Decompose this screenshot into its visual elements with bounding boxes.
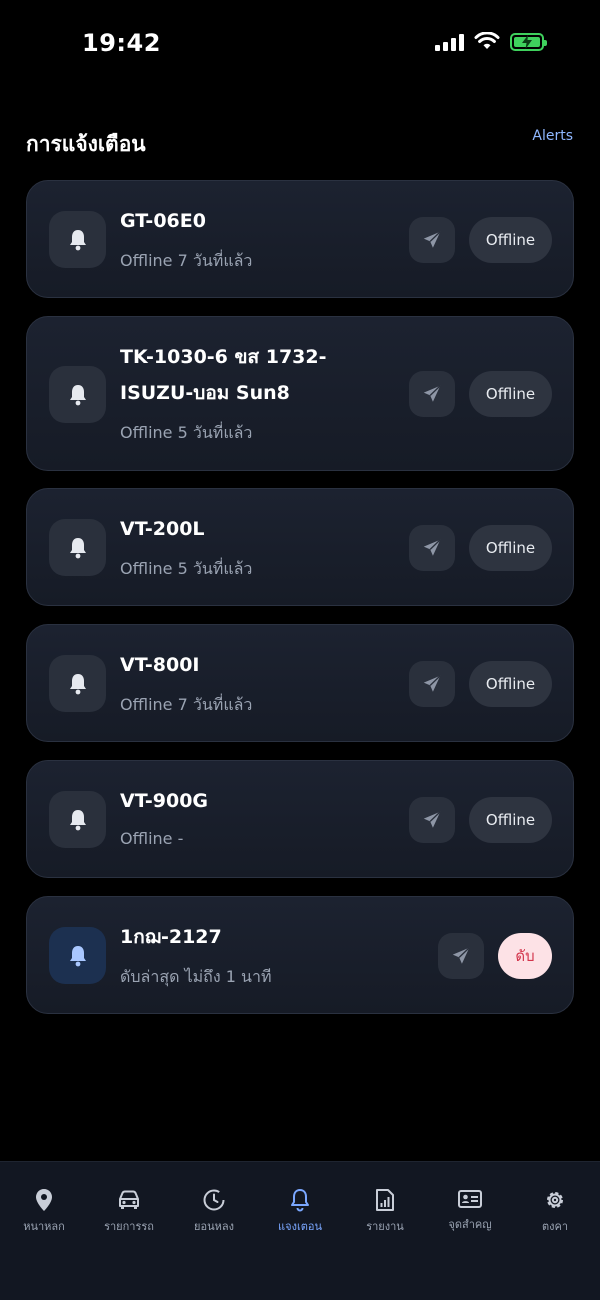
gear-icon [547, 1192, 563, 1208]
nav-history[interactable]: ยอนหลง [171, 1188, 257, 1235]
state-pill: Offline [469, 217, 552, 263]
alert-title: VT-800I [120, 654, 200, 676]
paper-plane-icon [423, 675, 441, 692]
alert-card[interactable]: TK-1030-6 ขส 1732- ISUZU-บอม Sun8 Offlin… [26, 316, 574, 471]
alert-title: GT-06E0 [120, 210, 206, 232]
signal-icon [435, 33, 464, 51]
nav-alerts[interactable]: แจงเตอน [257, 1188, 343, 1235]
bell-icon [291, 1189, 309, 1212]
report-icon [376, 1189, 394, 1211]
state-pill: Offline [469, 525, 552, 571]
alert-title: 1กฌ-2127 [120, 926, 222, 948]
nav-label: หนาหลก [23, 1220, 65, 1233]
status-bar: 19:42 [0, 0, 600, 90]
alert-title: VT-200L [120, 518, 205, 540]
state-pill: ดับ [498, 933, 552, 979]
page-title: การแจ้งเตือน [26, 132, 146, 156]
bottom-nav: หนาหลก รายการรถ ยอนหลง แจงเตอน รายงาน จุ… [0, 1161, 600, 1300]
paper-plane-icon [423, 385, 441, 402]
nav-reports[interactable]: รายงาน [342, 1188, 428, 1235]
send-button[interactable] [409, 661, 455, 707]
bell-icon [49, 519, 106, 576]
status-icons [435, 32, 547, 51]
nav-label: ตงคา [541, 1220, 569, 1233]
alert-card[interactable]: VT-800I Offline 7 วันที่แล้ว Offline [26, 624, 574, 742]
nav-vehicles[interactable]: รายการรถ [86, 1188, 172, 1235]
paper-plane-icon [423, 811, 441, 828]
send-button[interactable] [438, 933, 484, 979]
alert-subtitle: Offline 7 วันที่แล้ว [120, 695, 253, 714]
send-button[interactable] [409, 525, 455, 571]
state-pill: Offline [469, 661, 552, 707]
alert-card[interactable]: 1กฌ-2127 ดับล่าสุด ไม่ถึง 1 นาที ดับ [26, 896, 574, 1014]
nav-label: จุดสำคญ [448, 1218, 492, 1231]
paper-plane-icon [423, 539, 441, 556]
map-pin-icon [36, 1189, 52, 1211]
nav-home[interactable]: หนาหลก [1, 1188, 87, 1235]
alert-title: TK-1030-6 ขส 1732- ISUZU-บอม Sun8 [120, 346, 327, 404]
nav-label: ยอนหลง [194, 1220, 234, 1233]
state-pill: Offline [469, 797, 552, 843]
paper-plane-icon [452, 947, 470, 964]
alert-subtitle: Offline - [120, 829, 184, 848]
bell-icon [49, 927, 106, 984]
alert-subtitle: ดับล่าสุด ไม่ถึง 1 นาที [120, 967, 272, 986]
alert-subtitle: Offline 7 วันที่แล้ว [120, 251, 253, 270]
state-pill: Offline [469, 371, 552, 417]
nav-label: รายการรถ [104, 1220, 154, 1233]
alert-card[interactable]: GT-06E0 Offline 7 วันที่แล้ว Offline [26, 180, 574, 298]
alert-subtitle: Offline 5 วันที่แล้ว [120, 559, 253, 578]
send-button[interactable] [409, 797, 455, 843]
bell-icon [49, 655, 106, 712]
bell-icon [49, 791, 106, 848]
alert-card[interactable]: VT-200L Offline 5 วันที่แล้ว Offline [26, 488, 574, 606]
wifi-icon [474, 32, 500, 49]
bell-icon [49, 211, 106, 268]
car-icon [119, 1190, 139, 1209]
nav-label: แจงเตอน [278, 1220, 322, 1233]
battery-icon [510, 32, 547, 51]
alert-card[interactable]: VT-900G Offline - Offline [26, 760, 574, 878]
id-card-icon [458, 1190, 482, 1208]
nav-label: รายงาน [366, 1220, 404, 1233]
alert-title: VT-900G [120, 790, 209, 812]
status-time: 19:42 [82, 29, 161, 57]
nav-settings[interactable]: ตงคา [512, 1188, 598, 1235]
history-clock-icon [203, 1189, 225, 1211]
alerts-link[interactable]: Alerts [532, 128, 573, 144]
nav-poi[interactable]: จุดสำคญ [427, 1188, 513, 1233]
bell-icon [49, 366, 106, 423]
paper-plane-icon [423, 231, 441, 248]
send-button[interactable] [409, 371, 455, 417]
alert-subtitle: Offline 5 วันที่แล้ว [120, 423, 253, 442]
send-button[interactable] [409, 217, 455, 263]
